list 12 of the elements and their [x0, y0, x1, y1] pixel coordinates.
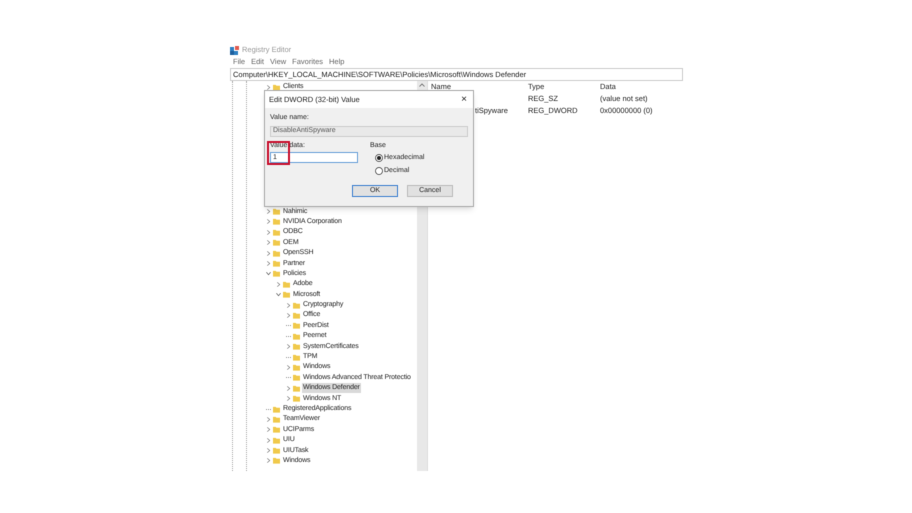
chevron-right-icon[interactable] — [286, 364, 290, 370]
folder-icon — [273, 84, 280, 91]
chevron-down-icon[interactable] — [266, 271, 270, 276]
chevron-right-icon[interactable] — [266, 84, 270, 90]
scroll-up-icon[interactable] — [419, 83, 425, 87]
radio-button[interactable] — [375, 166, 383, 175]
registry-cubes-icon — [230, 46, 239, 54]
close-button[interactable]: × — [459, 94, 469, 104]
radio-button[interactable] — [375, 154, 383, 162]
chevron-right-icon[interactable] — [276, 282, 280, 287]
chevron-right-icon[interactable] — [286, 344, 290, 350]
chevron-down-icon[interactable] — [276, 292, 280, 298]
